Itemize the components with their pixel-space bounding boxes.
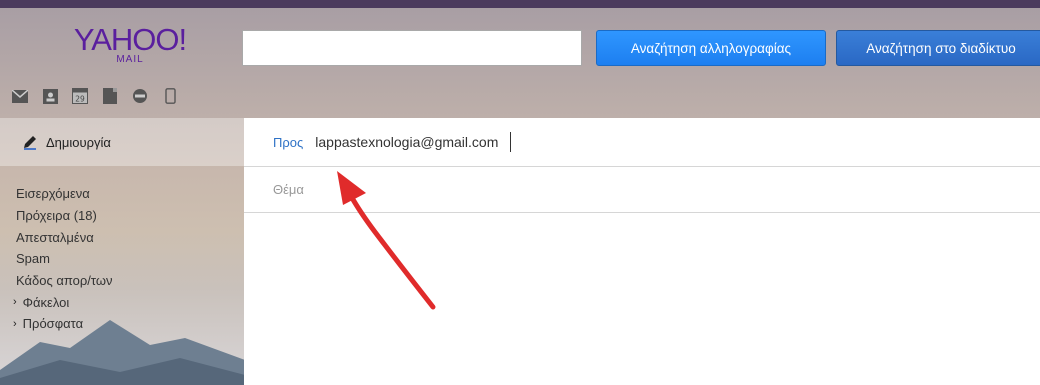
- folder-label: Πρόχειρα (18): [16, 208, 97, 224]
- search-mail-button[interactable]: Αναζήτηση αλληλογραφίας: [596, 30, 826, 66]
- folder-label: Κάδος απορ/των: [16, 273, 113, 289]
- folder-label: Εισερχόμενα: [16, 186, 90, 202]
- search-input[interactable]: [242, 30, 582, 66]
- compose-label: Δημιουργία: [46, 134, 111, 150]
- folder-trash[interactable]: Κάδος απορ/των: [0, 270, 244, 292]
- folder-spam[interactable]: Spam: [0, 248, 244, 270]
- subject-placeholder: Θέμα: [273, 182, 304, 197]
- folder-list: Εισερχόμενα Πρόχειρα (18) Απεσταλμένα Sp…: [0, 183, 244, 335]
- folder-label: Πρόσφατα: [22, 316, 84, 332]
- messenger-icon[interactable]: [132, 88, 148, 104]
- to-field[interactable]: Προς lappastexnologia@gmail.com: [244, 118, 1040, 167]
- calendar-day: 29: [75, 95, 85, 104]
- folder-recent[interactable]: › Πρόσφατα: [0, 313, 244, 335]
- text-cursor: [510, 132, 512, 152]
- recipient-chip[interactable]: lappastexnologia@gmail.com: [315, 134, 498, 150]
- chevron-right-icon: ›: [13, 317, 17, 330]
- folder-label: Φάκελοι: [22, 294, 70, 310]
- mobile-icon[interactable]: [162, 88, 178, 104]
- pencil-icon: [24, 136, 36, 150]
- compose-panel: Προς lappastexnologia@gmail.com Θέμα: [244, 118, 1040, 385]
- chevron-right-icon: ›: [13, 296, 17, 309]
- yahoo-mail-logo[interactable]: YAHOO! MAIL: [65, 22, 195, 66]
- folder-label: Spam: [16, 251, 50, 267]
- app-switcher: 29: [12, 88, 178, 104]
- folder-drafts[interactable]: Πρόχειρα (18): [0, 205, 244, 227]
- folder-inbox[interactable]: Εισερχόμενα: [0, 183, 244, 205]
- logo-brand: YAHOO!: [73, 22, 187, 57]
- compose-button[interactable]: Δημιουργία: [0, 118, 244, 166]
- folder-label: Απεσταλμένα: [16, 229, 94, 245]
- folder-sent[interactable]: Απεσταλμένα: [0, 226, 244, 248]
- folder-folders[interactable]: › Φάκελοι: [0, 291, 244, 313]
- search-web-button[interactable]: Αναζήτηση στο διαδίκτυο: [836, 30, 1040, 66]
- to-label[interactable]: Προς: [273, 135, 303, 150]
- subject-field[interactable]: Θέμα: [244, 167, 1040, 213]
- notepad-icon[interactable]: [102, 88, 118, 104]
- mail-icon[interactable]: [12, 88, 28, 104]
- top-band: [0, 0, 1040, 8]
- calendar-icon[interactable]: 29: [72, 88, 88, 104]
- contacts-icon[interactable]: [42, 88, 58, 104]
